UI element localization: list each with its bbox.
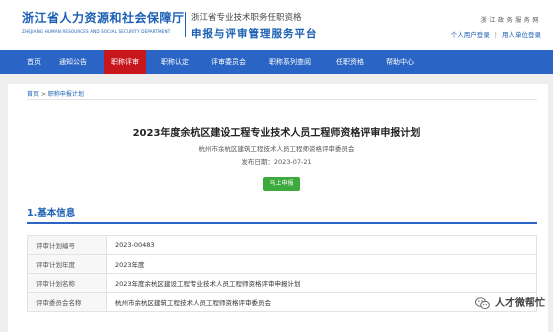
platform-subtitle: 浙江省专业技术职务任职资格 (191, 13, 302, 23)
table-row: 评审计划编号 2023-00483 (27, 235, 537, 255)
logo-title-cn: 浙江省人力资源和社会保障厅 (22, 11, 185, 25)
table-row: 评审计划年度 2023年度 (27, 254, 537, 274)
nav-item-review-committee[interactable]: 评审委员会 (211, 50, 246, 74)
publish-date-label: 发布日期： (241, 158, 274, 166)
publish-date-value: 2023-07-21 (273, 158, 312, 166)
row-label: 评审委员会名称 (27, 292, 107, 312)
personal-login-link[interactable]: 个人用户登录 (451, 31, 490, 39)
row-value: 2023-00483 (106, 235, 537, 255)
nav-item-title-review[interactable]: 职称评审 (104, 50, 146, 74)
row-label: 评审计划年度 (27, 254, 107, 274)
breadcrumb-home[interactable]: 首页 (27, 91, 39, 98)
platform-main-title: 申报与评审管理服务平台 (191, 28, 318, 40)
basic-info-table: 评审计划编号 2023-00483 评审计划年度 2023年度 评审计划名称 2… (27, 235, 537, 312)
department-logo[interactable]: 浙江省人力资源和社会保障厅 ZHEJIANG HUMAN RESOURCES A… (22, 9, 188, 34)
table-row: 评审委员会名称 杭州市余杭区建筑工程技术人员工程师资格评审委员会 (27, 292, 537, 312)
nav-item-series-lookup[interactable]: 职称系列查阅 (269, 50, 311, 74)
page-title: 2023年度余杭区建设工程专业技术人员工程师资格评审申报计划 (132, 128, 421, 139)
nav-item-help-center[interactable]: 帮助中心 (386, 50, 414, 74)
watermark-text: 人才微帮忙 (495, 298, 545, 309)
header-divider (185, 12, 186, 37)
row-value: 2023年度 (106, 254, 537, 274)
nav-item-notices[interactable]: 通知公告 (59, 50, 87, 74)
section-underline (27, 222, 537, 224)
section-title: 1.基本信息 (27, 208, 76, 219)
row-label: 评审计划名称 (27, 273, 107, 293)
header-right: 浙江政务服务网 个人用户登录 | 用人单位登录 (451, 15, 541, 39)
nav-item-title-recognition[interactable]: 职称认定 (161, 50, 189, 74)
apply-now-button[interactable]: 马上申报 (263, 177, 300, 191)
breadcrumb-separator: > (40, 91, 46, 98)
publish-date: 发布日期：2023-07-21 (0, 156, 553, 166)
wechat-icon (475, 295, 490, 310)
nav-item-qualification[interactable]: 任职资格 (336, 50, 364, 74)
main-nav: 首页 通知公告 职称评审 职称认定 评审委员会 职称系列查阅 任职资格 帮助中心 (0, 50, 553, 74)
breadcrumb-divider (27, 99, 537, 100)
site-header: 浙江省人力资源和社会保障厅 ZHEJIANG HUMAN RESOURCES A… (0, 0, 553, 48)
platform-title: 浙江省专业技术职务任职资格 申报与评审管理服务平台 (191, 11, 318, 41)
row-value: 2023年度余杭区建设工程专业技术人员工程师资格评审申报计划 (106, 273, 537, 293)
login-separator: | (494, 31, 497, 39)
login-links: 个人用户登录 | 用人单位登录 (451, 29, 541, 39)
issuing-organization: 杭州市余杭区建筑工程技术人员工程师资格评审委员会 (198, 145, 355, 153)
gov-service-link[interactable]: 浙江政务服务网 (451, 15, 541, 24)
table-row: 评审计划名称 2023年度余杭区建设工程专业技术人员工程师资格评审申报计划 (27, 273, 537, 293)
logo-title-en: ZHEJIANG HUMAN RESOURCES AND SOCIAL SECU… (22, 29, 171, 34)
row-label: 评审计划编号 (27, 235, 107, 255)
wechat-watermark: 人才微帮忙 (475, 294, 545, 310)
breadcrumb-current[interactable]: 职称申报计划 (48, 91, 84, 98)
nav-item-home[interactable]: 首页 (27, 50, 41, 74)
employer-login-link[interactable]: 用人单位登录 (502, 31, 541, 39)
row-value: 杭州市余杭区建筑工程技术人员工程师资格评审委员会 (106, 292, 537, 312)
breadcrumb: 首页 > 职称申报计划 (27, 89, 84, 98)
